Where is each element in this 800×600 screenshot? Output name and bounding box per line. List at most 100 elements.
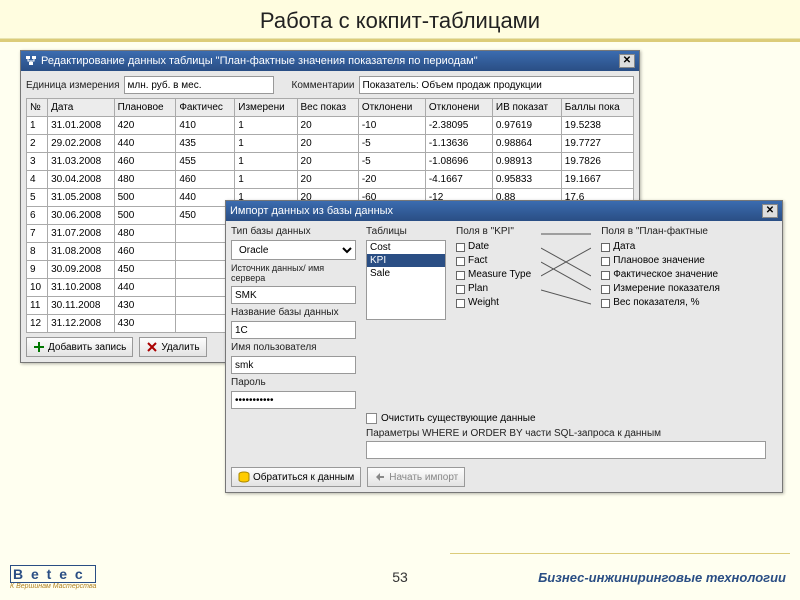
table-row[interactable]: 430.04.2008480460120-20-4.16670.9583319.… xyxy=(27,171,634,189)
cell[interactable]: 460 xyxy=(114,243,176,261)
cell[interactable]: 19.7727 xyxy=(561,135,633,153)
cell[interactable]: 460 xyxy=(114,153,176,171)
field-item[interactable]: Дата xyxy=(601,240,720,254)
cell[interactable]: 19.1667 xyxy=(561,171,633,189)
column-header[interactable]: Баллы пока xyxy=(561,99,633,117)
cell[interactable]: 435 xyxy=(176,135,235,153)
cell[interactable]: 30.09.2008 xyxy=(48,261,114,279)
list-item[interactable]: KPI xyxy=(367,254,445,267)
cell[interactable]: -1.13636 xyxy=(425,135,492,153)
field-checkbox[interactable] xyxy=(456,271,465,280)
cell[interactable]: 455 xyxy=(176,153,235,171)
field-item[interactable]: Плановое значение xyxy=(601,254,720,268)
win2-titlebar[interactable]: Импорт данных из базы данных ✕ xyxy=(226,201,782,221)
cell[interactable]: 31.12.2008 xyxy=(48,315,114,333)
cell[interactable]: 20 xyxy=(297,153,358,171)
cell[interactable]: 1 xyxy=(235,171,297,189)
cell[interactable]: 440 xyxy=(114,135,176,153)
cell[interactable]: 0.98913 xyxy=(492,153,561,171)
column-header[interactable]: Отклонени xyxy=(425,99,492,117)
cell[interactable]: 500 xyxy=(114,189,176,207)
start-import-button[interactable]: Начать импорт xyxy=(367,467,465,487)
tables-listbox[interactable]: CostKPISale xyxy=(366,240,446,320)
column-header[interactable]: Плановое xyxy=(114,99,176,117)
cell[interactable]: 430 xyxy=(114,297,176,315)
table-row[interactable]: 131.01.2008420410120-10-2.380950.9761919… xyxy=(27,117,634,135)
pass-input[interactable] xyxy=(231,391,356,409)
field-checkbox[interactable] xyxy=(456,243,465,252)
field-item[interactable]: Фактическое значение xyxy=(601,268,720,282)
field-item[interactable]: Date xyxy=(456,240,531,254)
cell[interactable]: 31.03.2008 xyxy=(48,153,114,171)
cell[interactable]: 1 xyxy=(235,153,297,171)
cell[interactable]: 31.05.2008 xyxy=(48,189,114,207)
field-checkbox[interactable] xyxy=(601,271,610,280)
cell[interactable]: 440 xyxy=(114,279,176,297)
cell[interactable]: 7 xyxy=(27,225,48,243)
column-header[interactable]: Отклонени xyxy=(358,99,425,117)
where-input[interactable] xyxy=(366,441,766,459)
close-button[interactable]: ✕ xyxy=(762,204,778,218)
cell[interactable]: 31.07.2008 xyxy=(48,225,114,243)
user-input[interactable] xyxy=(231,356,356,374)
kpi-fields-list[interactable]: DateFactMeasure TypePlanWeight xyxy=(456,240,531,310)
cell[interactable]: 2 xyxy=(27,135,48,153)
cell[interactable]: 20 xyxy=(297,171,358,189)
field-item[interactable]: Weight xyxy=(456,296,531,310)
field-checkbox[interactable] xyxy=(456,257,465,266)
column-header[interactable]: Вес показ xyxy=(297,99,358,117)
source-input[interactable] xyxy=(231,286,356,304)
cell[interactable]: 12 xyxy=(27,315,48,333)
cell[interactable]: 9 xyxy=(27,261,48,279)
cell[interactable]: 29.02.2008 xyxy=(48,135,114,153)
cell[interactable]: 480 xyxy=(114,225,176,243)
field-item[interactable]: Вес показателя, % xyxy=(601,296,720,310)
cell[interactable]: 0.98864 xyxy=(492,135,561,153)
cell[interactable]: -1.08696 xyxy=(425,153,492,171)
cell[interactable]: 30.11.2008 xyxy=(48,297,114,315)
cell[interactable]: 460 xyxy=(176,171,235,189)
field-checkbox[interactable] xyxy=(601,243,610,252)
list-item[interactable]: Cost xyxy=(367,241,445,254)
cell[interactable]: -2.38095 xyxy=(425,117,492,135)
dbname-input[interactable] xyxy=(231,321,356,339)
column-header[interactable]: № xyxy=(27,99,48,117)
plan-fields-list[interactable]: ДатаПлановое значениеФактическое значени… xyxy=(601,240,720,310)
cell[interactable]: 420 xyxy=(114,117,176,135)
cell[interactable]: -4.1667 xyxy=(425,171,492,189)
cell[interactable]: 480 xyxy=(114,171,176,189)
field-checkbox[interactable] xyxy=(456,285,465,294)
cell[interactable]: -20 xyxy=(358,171,425,189)
cell[interactable]: 19.5238 xyxy=(561,117,633,135)
table-row[interactable]: 331.03.2008460455120-5-1.086960.9891319.… xyxy=(27,153,634,171)
list-item[interactable]: Sale xyxy=(367,267,445,280)
delete-record-button[interactable]: Удалить xyxy=(139,337,206,357)
field-checkbox[interactable] xyxy=(456,299,465,308)
column-header[interactable]: Дата xyxy=(48,99,114,117)
cell[interactable]: 6 xyxy=(27,207,48,225)
cell[interactable]: 1 xyxy=(235,117,297,135)
cell[interactable]: 8 xyxy=(27,243,48,261)
cell[interactable]: 410 xyxy=(176,117,235,135)
cell[interactable]: 20 xyxy=(297,135,358,153)
cell[interactable]: 30.04.2008 xyxy=(48,171,114,189)
cell[interactable]: 20 xyxy=(297,117,358,135)
cell[interactable]: 430 xyxy=(114,315,176,333)
cell[interactable]: 0.97619 xyxy=(492,117,561,135)
add-record-button[interactable]: Добавить запись xyxy=(26,337,133,357)
cell[interactable]: 0.95833 xyxy=(492,171,561,189)
cell[interactable]: 500 xyxy=(114,207,176,225)
cell[interactable]: 1 xyxy=(235,135,297,153)
close-button[interactable]: ✕ xyxy=(619,54,635,68)
field-checkbox[interactable] xyxy=(601,285,610,294)
cell[interactable]: 4 xyxy=(27,171,48,189)
column-header[interactable]: Измерени xyxy=(235,99,297,117)
column-header[interactable]: Фактичес xyxy=(176,99,235,117)
cell[interactable]: 31.08.2008 xyxy=(48,243,114,261)
cell[interactable]: -5 xyxy=(358,135,425,153)
cell[interactable]: 5 xyxy=(27,189,48,207)
db-type-select[interactable]: Oracle xyxy=(231,240,356,260)
cell[interactable]: -5 xyxy=(358,153,425,171)
cell[interactable]: 31.01.2008 xyxy=(48,117,114,135)
cell[interactable]: 30.06.2008 xyxy=(48,207,114,225)
